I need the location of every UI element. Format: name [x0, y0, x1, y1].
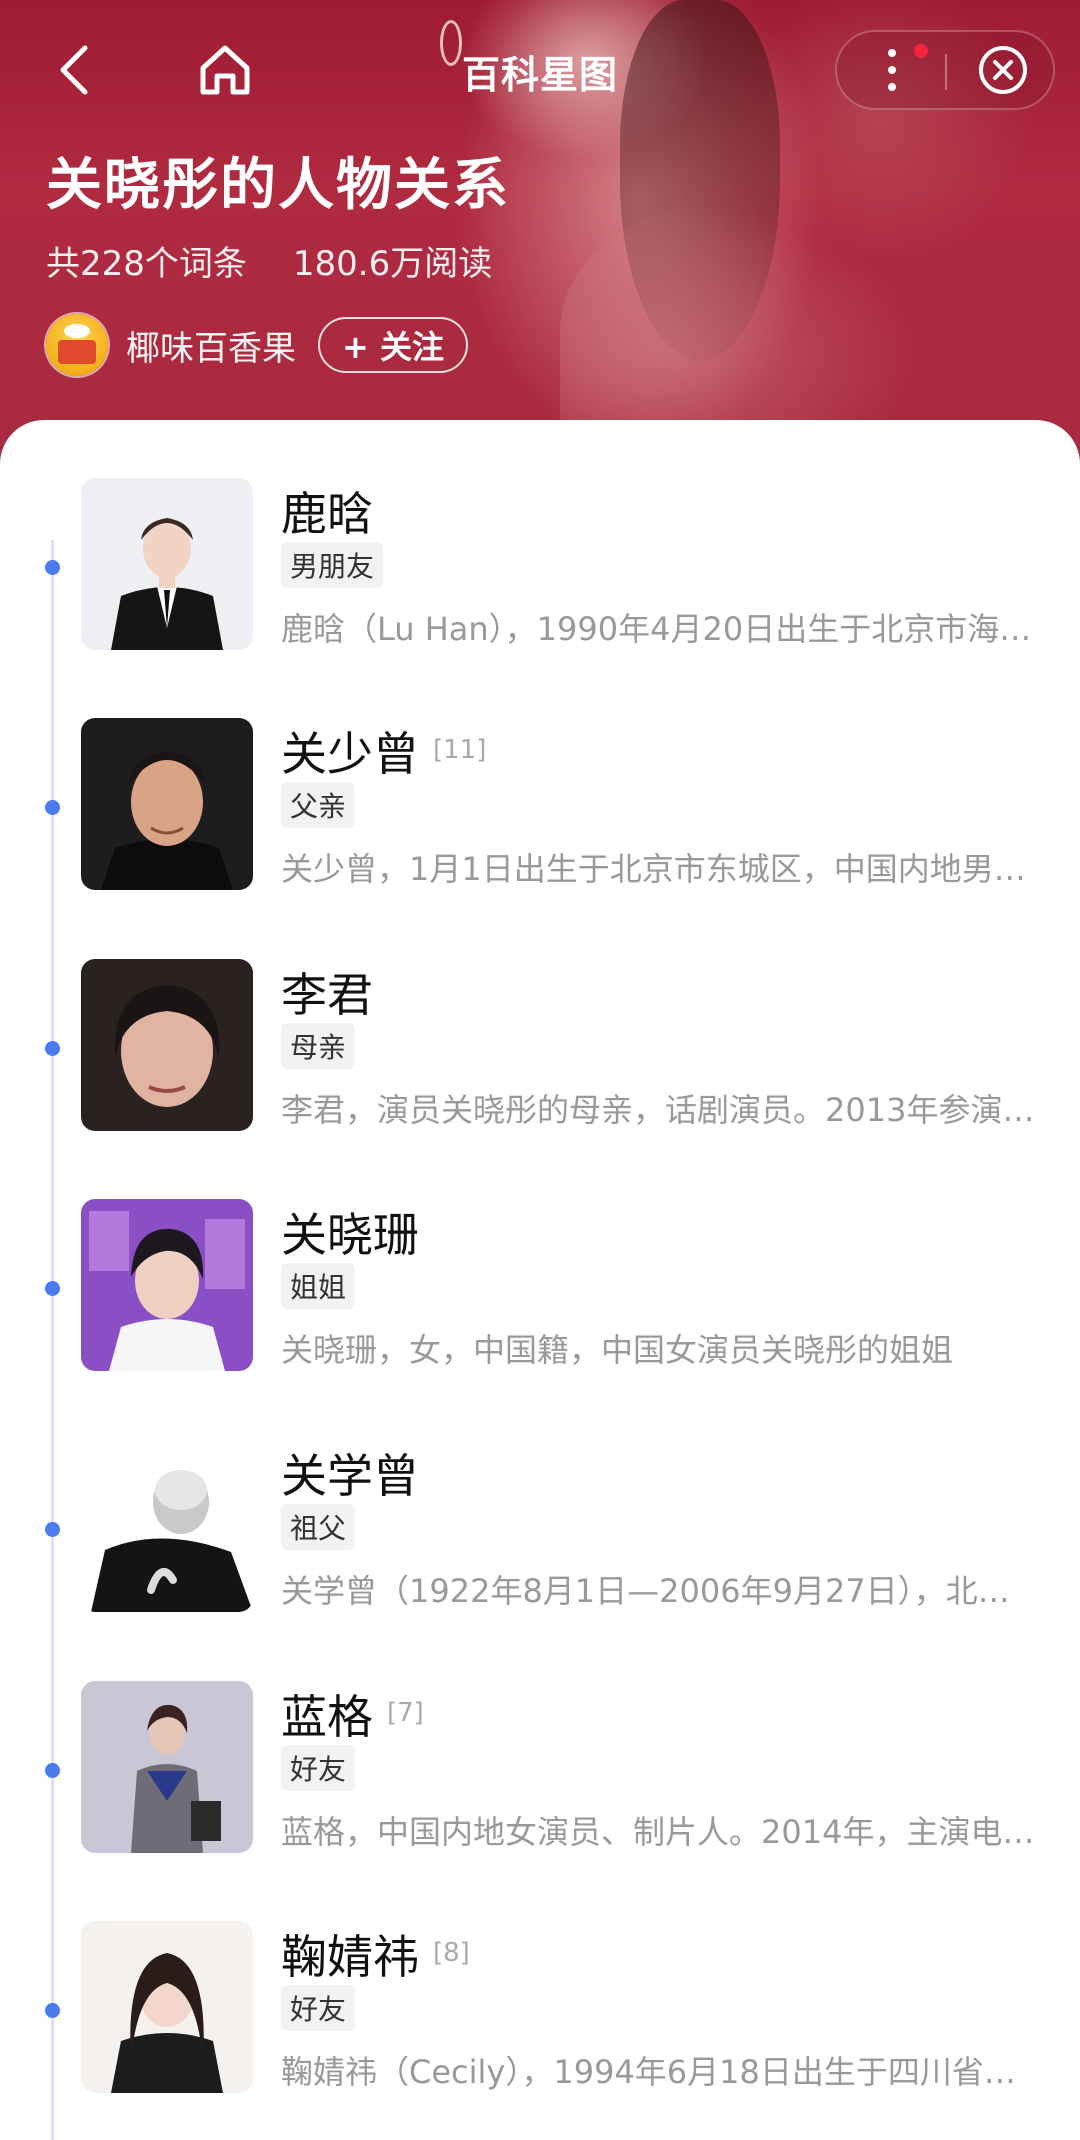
person-name[interactable]: 鹿晗 — [281, 478, 373, 544]
relation-tag: 祖父 — [281, 1504, 356, 1550]
relation-item[interactable]: 鹿晗 男朋友 鹿晗（Lu Han），1990年4月20日出生于北京市海淀区，中国… — [0, 478, 1080, 678]
person-description: 鞠婧祎（Cecily），1994年6月18日出生于四川省遂宁市 — [281, 2053, 1041, 2091]
notification-dot — [914, 44, 928, 58]
person-description: 关少曾，1月1日出生于北京市东城区，中国内地男演员 — [281, 850, 1041, 888]
close-circle-icon — [979, 46, 1027, 94]
relation-item[interactable]: 关少曾 [11] 父亲 关少曾，1月1日出生于北京市东城区，中国内地男演员 — [0, 718, 1080, 918]
entry-count: 共228个词条 — [46, 244, 247, 284]
author-name[interactable]: 椰味百香果 — [126, 321, 296, 370]
reference-mark[interactable]: [7] — [387, 1698, 424, 1728]
person-name[interactable]: 关学曾 — [281, 1440, 419, 1506]
person-description: 关晓珊，女，中国籍，中国女演员关晓彤的姐姐 — [281, 1331, 954, 1369]
person-description: 鹿晗（Lu Han），1990年4月20日出生于北京市海淀区，中国内地流行乐男歌… — [281, 610, 1041, 648]
relation-item[interactable]: 鞠婧祎 [8] 好友 鞠婧祎（Cecily），1994年6月18日出生于四川省遂… — [0, 1921, 1080, 2121]
relation-item[interactable]: 关学曾 祖父 关学曾（1922年8月1日—2006年9月27日），北京琴书表演艺… — [0, 1440, 1080, 1640]
stats-line: 共228个词条 180.6万阅读 — [46, 236, 492, 285]
person-photo — [81, 478, 253, 650]
person-description: 关学曾（1922年8月1日—2006年9月27日），北京琴书表演艺术家 — [281, 1572, 1041, 1610]
person-name[interactable]: 李君 — [281, 959, 373, 1025]
name-line: 关少曾 [11] — [281, 718, 486, 781]
name-line: 关学曾 — [281, 1440, 433, 1503]
timeline-dot — [45, 1281, 60, 1296]
relation-tag: 父亲 — [281, 782, 356, 828]
reference-mark[interactable]: [11] — [433, 735, 486, 765]
author-row: 椰味百香果 + 关注 — [46, 312, 468, 378]
timeline-dot — [45, 1522, 60, 1537]
person-photo — [81, 1199, 253, 1371]
relation-tag: 男朋友 — [281, 542, 384, 588]
timeline-dot — [45, 1763, 60, 1778]
capsule-divider — [945, 54, 947, 90]
relation-item[interactable]: 关晓珊 姐姐 关晓珊，女，中国籍，中国女演员关晓彤的姐姐 — [0, 1199, 1080, 1399]
name-line: 鞠婧祎 [8] — [281, 1921, 470, 1984]
person-name[interactable]: 蓝格 — [281, 1681, 373, 1747]
author-avatar[interactable] — [46, 314, 108, 376]
timeline-dot — [45, 2003, 60, 2018]
person-photo — [81, 718, 253, 890]
more-vertical-icon — [888, 49, 896, 91]
timeline-dot — [45, 800, 60, 815]
relation-tag: 好友 — [281, 1985, 356, 2031]
person-name[interactable]: 鞠婧祎 — [281, 1921, 419, 1987]
relation-tag: 好友 — [281, 1745, 356, 1791]
person-name[interactable]: 关少曾 — [281, 718, 419, 784]
more-button[interactable] — [857, 32, 928, 108]
person-photo — [81, 959, 253, 1131]
timeline-dot — [45, 1041, 60, 1056]
name-line: 李君 — [281, 959, 387, 1022]
person-photo — [81, 1440, 253, 1612]
person-description: 蓝格，中国内地女演员、制片人。2014年，主演电视剧 — [281, 1813, 1041, 1851]
person-description: 李君，演员关晓彤的母亲，话剧演员。2013年参演电视剧 — [281, 1091, 1041, 1129]
person-photo — [81, 1681, 253, 1853]
reference-mark[interactable]: [8] — [433, 1938, 470, 1968]
relation-tag: 母亲 — [281, 1023, 356, 1069]
relationship-heading: 关晓彤的人物关系 — [46, 153, 510, 218]
person-photo — [81, 1921, 253, 2093]
hero-header: 百科星图 关晓彤的人物关系 共228个词条 180.6万阅读 椰味百香果 + 关… — [0, 0, 1080, 470]
read-count: 180.6万阅读 — [292, 244, 493, 284]
relation-item[interactable]: 蓝格 [7] 好友 蓝格，中国内地女演员、制片人。2014年，主演电视剧 — [0, 1681, 1080, 1881]
relationship-list-card: 鹿晗 男朋友 鹿晗（Lu Han），1990年4月20日出生于北京市海淀区，中国… — [0, 420, 1080, 2140]
relation-tag: 姐姐 — [281, 1263, 356, 1309]
name-line: 关晓珊 — [281, 1199, 433, 1262]
name-line: 鹿晗 — [281, 478, 387, 541]
top-navigation-bar: 百科星图 — [0, 30, 1080, 110]
follow-button[interactable]: + 关注 — [318, 317, 468, 373]
timeline-dot — [45, 560, 60, 575]
relation-item[interactable]: 李君 母亲 李君，演员关晓彤的母亲，话剧演员。2013年参演电视剧 — [0, 959, 1080, 1159]
mini-program-capsule — [835, 30, 1055, 110]
person-name[interactable]: 关晓珊 — [281, 1199, 419, 1265]
name-line: 蓝格 [7] — [281, 1681, 424, 1744]
close-button[interactable] — [965, 32, 1041, 108]
